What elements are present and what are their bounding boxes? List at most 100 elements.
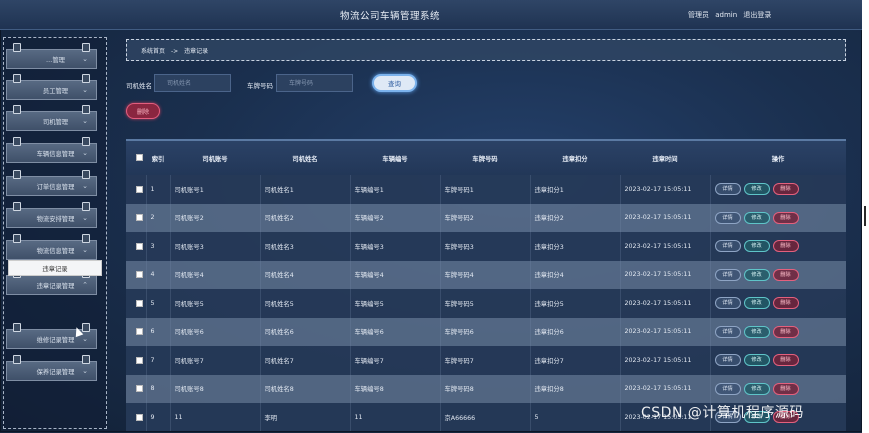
menu-tab-icon [82,234,90,243]
cell-vehicle: 车辆编号1 [350,175,441,204]
detail-button[interactable]: 详情 [714,211,741,224]
table-row[interactable]: 7 司机账号7 司机姓名7 车辆编号7 车牌号码7 违章扣分7 2023-02-17 15:… [126,346,846,375]
row-checkbox[interactable] [136,385,143,392]
row-select-cell[interactable] [126,374,147,403]
menu-tab-icon [82,170,90,179]
detail-button[interactable]: 详情 [714,268,741,281]
detail-button[interactable]: 详情 [714,183,741,196]
delete-button[interactable]: 删除 [772,354,799,367]
sidebar-subitem-violation-records[interactable]: 违章记录 [8,260,102,276]
row-select-cell[interactable] [126,175,147,204]
select-all-header[interactable] [126,141,146,175]
edit-button[interactable]: 修改 [743,325,770,338]
delete-button[interactable]: 删除 [772,211,799,224]
edit-button[interactable]: 修改 [743,211,770,224]
row-select-cell[interactable] [126,260,147,289]
chevron-down-icon: ⌄ [82,367,88,375]
sidebar-item[interactable]: 物流信息管理 ⌄ [6,234,97,260]
detail-button[interactable]: 详情 [714,354,741,367]
sidebar-item[interactable]: 员工管理 ⌄ [6,74,97,100]
cell-account: 司机账号1 [170,175,261,204]
table-row[interactable]: 4 司机账号4 司机姓名4 车辆编号4 车牌号码4 违章扣分4 2023-02-17 15:… [126,260,846,289]
detail-button[interactable]: 详情 [714,325,741,338]
sidebar-item[interactable]: 订单信息管理 ⌄ [6,170,97,196]
cell-points: 违章扣分6 [530,317,621,346]
cell-points: 违章扣分7 [530,346,621,375]
cell-time: 2023-02-17 15:05:11 [620,289,711,318]
detail-button[interactable]: 详情 [714,382,741,395]
menu-tab-icon [13,234,21,243]
row-checkbox[interactable] [136,214,143,221]
logout-link[interactable]: 退出登录 [743,11,771,19]
delete-button[interactable]: 删除 [772,268,799,281]
system-title: 物流公司车辆管理系统 [340,11,441,22]
edit-button[interactable]: 修改 [743,354,770,367]
driver-name-input[interactable] [154,74,231,92]
row-select-cell[interactable] [126,289,147,318]
row-checkbox[interactable] [136,328,143,335]
row-select-cell[interactable] [126,403,147,431]
delete-button[interactable]: 删除 [772,183,799,196]
sidebar-item[interactable]: 维修记录管理 ⌄ [6,323,97,349]
batch-delete-button[interactable]: 删除 [126,103,160,119]
col-header-name: 司机姓名 [292,155,318,163]
cell-index: 9 [146,403,171,431]
sidebar-item[interactable]: 物流安排管理 ⌄ [6,202,97,228]
row-checkbox[interactable] [136,413,143,421]
table-row[interactable]: 5 司机账号5 司机姓名5 车辆编号5 车牌号码5 违章扣分5 2023-02-17 15:… [126,289,846,318]
select-all-checkbox[interactable] [135,154,143,162]
sidebar-item[interactable]: 保养记录管理 ⌄ [6,355,97,381]
cell-actions: 详情 修改 删除 [710,203,846,232]
row-checkbox[interactable] [136,356,143,364]
delete-button[interactable]: 删除 [772,240,799,253]
sidebar-item[interactable]: …管理 ⌄ [6,43,97,69]
table-row[interactable]: 6 司机账号6 司机姓名6 车辆编号6 车牌号码6 违章扣分6 2023-02-17 15:… [126,317,846,346]
table-row[interactable]: 2 司机账号2 司机姓名2 车辆编号2 车牌号码2 违章扣分2 2023-02-17 15:… [126,203,846,232]
delete-button[interactable]: 删除 [772,297,799,310]
edit-button[interactable]: 修改 [743,297,770,310]
cell-actions: 详情 修改 删除 [710,346,846,375]
row-checkbox[interactable] [136,185,143,193]
cell-vehicle: 11 [350,403,441,431]
search-button[interactable]: 查询 [372,74,417,92]
cell-index: 8 [146,374,171,403]
records-table-container: 索引 司机账号 司机姓名 车辆编号 车牌号码 违章扣分 违章时间 操作 1 司机账… [126,139,846,431]
table-row[interactable]: 8 司机账号8 司机姓名8 车辆编号8 车牌号码8 违章扣分8 2023-02-17 15:… [126,374,846,403]
sidebar-item[interactable]: 司机管理 ⌄ [6,105,97,131]
detail-button[interactable]: 详情 [714,297,741,310]
cell-points: 违章扣分5 [530,289,621,318]
table-row[interactable]: 1 司机账号1 司机姓名1 车辆编号1 车牌号码1 违章扣分1 2023-02-17 15:… [126,175,846,204]
cell-name: 李明 [260,403,351,431]
cell-time: 2023-02-17 15:05:11 [620,203,711,232]
edit-button[interactable]: 修改 [743,240,770,253]
row-checkbox[interactable] [136,242,143,250]
row-select-cell[interactable] [126,232,147,261]
edit-button[interactable]: 修改 [743,382,770,395]
sidebar-item[interactable]: 车辆信息管理 ⌄ [6,137,97,163]
menu-tab-icon [82,355,90,364]
records-table: 索引 司机账号 司机姓名 车辆编号 车牌号码 违章扣分 违章时间 操作 1 司机账… [126,141,846,431]
sidebar-item[interactable]: 违章记录管理 ⌃ [6,269,97,295]
detail-button[interactable]: 详情 [714,240,741,253]
cell-points: 违章扣分8 [530,374,621,403]
menu-tab-icon [13,137,21,146]
plate-input[interactable] [276,74,353,92]
delete-button[interactable]: 删除 [772,325,799,338]
row-select-cell[interactable] [126,346,147,375]
cell-account: 司机账号5 [170,289,261,318]
row-select-cell[interactable] [126,203,147,232]
scrollbar[interactable] [862,0,869,433]
delete-button[interactable]: 删除 [772,382,799,395]
menu-tab-icon [13,170,21,179]
row-select-cell[interactable] [126,317,147,346]
scrollbar-thumb[interactable] [864,206,866,226]
cell-name: 司机姓名1 [260,175,351,204]
edit-button[interactable]: 修改 [743,183,770,196]
sidebar-item-label: 订单信息管理 [36,183,75,191]
row-checkbox[interactable] [136,271,143,278]
cell-points: 5 [530,403,621,431]
row-checkbox[interactable] [136,299,143,307]
breadcrumb-home[interactable]: 系统首页 [141,48,165,55]
edit-button[interactable]: 修改 [743,268,770,281]
table-row[interactable]: 3 司机账号3 司机姓名3 车辆编号3 车牌号码3 违章扣分3 2023-02-17 15:… [126,232,846,261]
